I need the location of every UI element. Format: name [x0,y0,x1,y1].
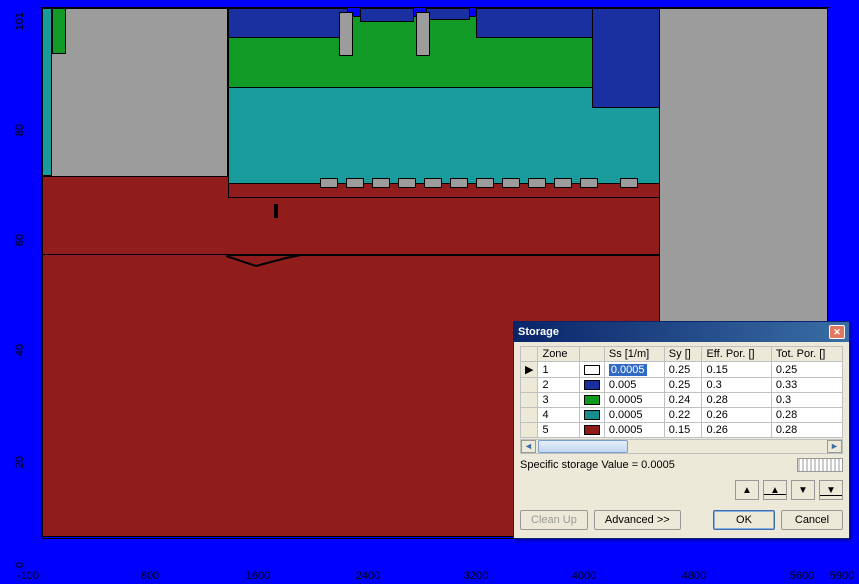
marker [274,204,278,218]
cell-totpor[interactable]: 0.28 [771,423,842,438]
dialog-titlebar[interactable]: Storage ✕ [514,322,849,342]
col-effpor[interactable]: Eff. Por. [] [702,347,771,362]
table-row[interactable]: 2 0.0050.250.30.33 [521,378,843,393]
x-tick: -100 [17,570,39,582]
cancel-button[interactable]: Cancel [781,510,843,530]
table-row[interactable]: 4 0.00050.220.260.28 [521,408,843,423]
close-icon[interactable]: ✕ [829,325,845,339]
y-tick: 101 [14,12,26,32]
interface-dip [226,254,306,268]
x-tick: 2400 [356,570,380,582]
row-header-blank [521,347,538,362]
x-tick: 1600 [246,570,270,582]
y-tick: 20 [14,456,26,476]
cell-color[interactable] [579,408,604,423]
nav-top-button[interactable]: ▲ [763,480,787,500]
hatch-indicator [797,458,843,472]
cell-ss[interactable]: 0.0005 [604,423,664,438]
horizontal-scrollbar[interactable]: ◄ ► [520,439,843,454]
zone4-region [42,8,52,176]
zone3-region [52,8,66,54]
cell-sy[interactable]: 0.24 [664,393,702,408]
cell-effpor[interactable]: 0.26 [702,423,771,438]
cell-effpor[interactable]: 0.3 [702,378,771,393]
cell-zone[interactable]: 5 [538,423,579,438]
nav-down-button[interactable]: ▼ [791,480,815,500]
y-tick: 40 [14,344,26,364]
ok-button[interactable]: OK [713,510,775,530]
nav-up-button[interactable]: ▲ [735,480,759,500]
cell-totpor[interactable]: 0.3 [771,393,842,408]
x-tick: 3200 [464,570,488,582]
row-indicator: ▶ [521,362,538,378]
col-ss[interactable]: Ss [1/m] [604,347,664,362]
x-tick: 4000 [572,570,596,582]
table-row[interactable]: ▶10.00050.250.150.25 [521,362,843,378]
column-marker [339,12,353,56]
col-totpor[interactable]: Tot. Por. [] [771,347,842,362]
cell-ss[interactable]: 0.005 [604,378,664,393]
col-color[interactable] [579,347,604,362]
cell-zone[interactable]: 1 [538,362,579,378]
cell-effpor[interactable]: 0.26 [702,408,771,423]
row-indicator [521,378,538,393]
cell-ss[interactable]: 0.0005 [604,362,664,378]
advanced-button[interactable]: Advanced >> [594,510,681,530]
zone2-region [426,8,470,20]
scroll-right-icon[interactable]: ► [827,440,842,453]
cell-effpor[interactable]: 0.15 [702,362,771,378]
cell-ss[interactable]: 0.0005 [604,393,664,408]
row-indicator [521,408,538,423]
column-marker [416,12,430,56]
cell-totpor[interactable]: 0.33 [771,378,842,393]
cell-color[interactable] [579,378,604,393]
col-zone[interactable]: Zone [538,347,579,362]
boundary-markers [320,178,660,190]
cell-zone[interactable]: 3 [538,393,579,408]
col-sy[interactable]: Sy [] [664,347,702,362]
cell-zone[interactable]: 4 [538,408,579,423]
cell-effpor[interactable]: 0.28 [702,393,771,408]
cell-totpor[interactable]: 0.25 [771,362,842,378]
interface-line [42,254,228,255]
zone2-region [592,8,660,108]
status-text: Specific storage Value = 0.0005 [520,459,675,471]
cell-ss[interactable]: 0.0005 [604,408,664,423]
y-tick: 60 [14,234,26,254]
cell-totpor[interactable]: 0.28 [771,408,842,423]
scroll-thumb[interactable] [538,440,628,453]
cleanup-button[interactable]: Clean Up [520,510,588,530]
table-row[interactable]: 3 0.00050.240.280.3 [521,393,843,408]
y-tick: 80 [14,124,26,144]
cell-color[interactable] [579,362,604,378]
x-tick: 800 [141,570,159,582]
row-indicator [521,423,538,438]
cell-sy[interactable]: 0.25 [664,362,702,378]
x-tick: 5600 [790,570,814,582]
zone2-region [360,8,414,22]
cell-sy[interactable]: 0.22 [664,408,702,423]
storage-table[interactable]: Zone Ss [1/m] Sy [] Eff. Por. [] Tot. Po… [520,346,843,438]
cell-sy[interactable]: 0.25 [664,378,702,393]
storage-dialog[interactable]: Storage ✕ Zone Ss [1/m] Sy [] Eff. Por. … [513,321,850,539]
x-tick: 5900 [830,570,854,582]
nav-buttons: ▲ ▲ ▼ ▼ [520,480,843,500]
zone2-region [228,8,348,38]
cell-color[interactable] [579,393,604,408]
cell-sy[interactable]: 0.15 [664,423,702,438]
cell-color[interactable] [579,423,604,438]
x-tick: 4800 [682,570,706,582]
row-indicator [521,393,538,408]
dialog-title: Storage [518,326,559,338]
scroll-left-icon[interactable]: ◄ [521,440,536,453]
cell-zone[interactable]: 2 [538,378,579,393]
table-row[interactable]: 5 0.00050.150.260.28 [521,423,843,438]
nav-bottom-button[interactable]: ▼ [819,480,843,500]
